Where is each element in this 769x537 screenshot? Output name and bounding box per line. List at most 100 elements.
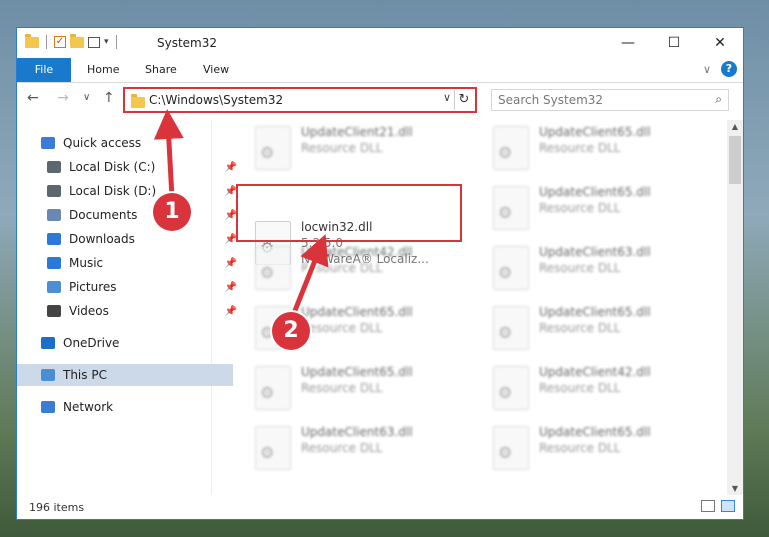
dll-file-icon [493,126,529,170]
dll-file-icon [255,366,291,410]
folder-icon [25,33,39,48]
sidebar-item[interactable]: Pictures 📌 [17,276,241,298]
address-dropdown-chevron-icon[interactable]: ∨ [443,91,451,104]
expand-ribbon-chevron-icon[interactable]: ∨ [703,63,711,76]
file-item[interactable]: UpdateClient65.dll Resource DLL [475,420,705,476]
new-folder-icon[interactable] [70,33,84,48]
dll-file-icon [493,426,529,470]
drive-icon [47,161,61,173]
search-icon[interactable]: ⌕ [715,92,722,107]
file-name: UpdateClient65.dll [539,305,651,319]
file-name: UpdateClient42.dll [301,245,413,259]
quick-access-toolbar: ✓ ▾ [25,33,120,49]
tiles-view-icon[interactable] [721,500,735,512]
documents-icon [47,209,61,221]
drive-icon [47,185,61,197]
sidebar-item-label: Local Disk (D:) [69,184,157,198]
sidebar-item[interactable]: Documents 📌 [17,204,241,226]
scroll-up-arrow-icon[interactable]: ▲ [727,122,743,131]
sidebar-item-label: Pictures [69,280,117,294]
cloud-icon [41,337,55,349]
file-type: Resource DLL [539,441,621,455]
forward-arrow-icon[interactable]: → [57,90,69,106]
file-type: Resource DLL [539,381,621,395]
sidebar-item-label: Downloads [69,232,135,246]
dll-file-icon [255,126,291,170]
sidebar-item-label: OneDrive [63,336,120,350]
file-name: UpdateClient21.dll [301,125,413,139]
toolbar-dropdown-icon[interactable]: ▾ [104,37,109,47]
address-path[interactable]: C:\Windows\System32 [149,93,283,107]
sidebar-item[interactable]: Network [17,396,235,418]
file-list: locwin32.dll 5.2.5.0 NetWareA® Localiz..… [221,120,727,495]
file-item[interactable]: UpdateClient21.dll Resource DLL [237,120,467,176]
address-row: ← → ∨ ↑ C:\Windows\System32 ∨ ↻ Search S… [17,83,743,117]
search-placeholder: Search System32 [498,93,604,107]
sidebar-item[interactable]: This PC [17,364,233,386]
step-2-badge: 2 [272,312,310,350]
sidebar-item-label: Videos [69,304,109,318]
sidebar-item[interactable]: Videos 📌 [17,300,241,322]
file-name: UpdateClient63.dll [539,245,651,259]
step-1-badge: 1 [153,193,191,231]
tab-file[interactable]: File [17,58,71,82]
dll-file-icon [493,246,529,290]
navigation-pane: Quick access Local Disk (C:) 📌 Local Disk (… [17,120,237,495]
back-arrow-icon[interactable]: ← [27,90,39,106]
sidebar-item[interactable]: Quick access [17,132,235,154]
sidebar-item-label: Local Disk (C:) [69,160,156,174]
sidebar-item-label: This PC [63,368,107,382]
close-button[interactable]: ✕ [697,28,743,58]
file-item[interactable]: UpdateClient42.dll Resource DLL [237,240,467,296]
tab-share[interactable]: Share [145,58,177,82]
maximize-button[interactable]: ☐ [651,28,697,58]
file-type: Resource DLL [539,261,621,275]
scroll-down-arrow-icon[interactable]: ▼ [727,484,743,493]
file-type: Resource DLL [301,141,383,155]
file-name: UpdateClient65.dll [539,125,651,139]
file-type: Resource DLL [301,441,383,455]
star-icon [41,137,55,149]
file-item[interactable]: UpdateClient65.dll Resource DLL [475,180,705,236]
minimize-button[interactable]: — [605,28,651,58]
recent-locations-chevron-icon[interactable]: ∨ [83,92,90,103]
vertical-scrollbar[interactable]: ▲ ▼ [727,120,743,495]
address-bar[interactable]: C:\Windows\System32 ∨ ↻ [123,87,477,113]
sidebar-item[interactable]: Music 📌 [17,252,241,274]
file-name: UpdateClient63.dll [301,425,413,439]
sidebar-item[interactable]: OneDrive [17,332,235,354]
help-icon[interactable]: ? [721,61,737,77]
file-name: UpdateClient65.dll [301,365,413,379]
tab-view[interactable]: View [203,58,229,82]
file-type: Resource DLL [301,261,383,275]
customize-toolbar-icon[interactable] [88,36,100,48]
sidebar-item[interactable]: Local Disk (C:) 📌 [17,156,241,178]
file-item[interactable]: UpdateClient63.dll Resource DLL [475,240,705,296]
file-name: UpdateClient65.dll [539,425,651,439]
download-icon [47,233,61,245]
scroll-thumb[interactable] [729,136,741,184]
up-arrow-icon[interactable]: ↑ [103,90,115,106]
sidebar-item[interactable]: Local Disk (D:) 📌 [17,180,241,202]
network-icon [41,401,55,413]
item-count: 196 items [29,501,85,514]
dll-file-icon [255,426,291,470]
computer-icon [41,369,55,381]
sidebar-item[interactable]: Downloads 📌 [17,228,241,250]
file-type: Resource DLL [539,201,621,215]
sidebar-item-label: Music [69,256,104,270]
dll-file-icon [493,186,529,230]
details-view-icon[interactable] [701,500,715,512]
search-box[interactable]: Search System32 ⌕ [491,89,729,111]
file-item[interactable]: UpdateClient63.dll Resource DLL [237,420,467,476]
refresh-icon[interactable]: ↻ [454,90,473,110]
file-item[interactable]: UpdateClient65.dll Resource DLL [475,300,705,356]
properties-check-icon[interactable]: ✓ [54,36,66,48]
file-item[interactable]: UpdateClient65.dll Resource DLL [237,360,467,416]
sidebar-item-label: Network [63,400,114,414]
title-bar: ✓ ▾ System32 — ☐ ✕ [17,28,743,58]
tab-home[interactable]: Home [87,58,119,82]
file-item[interactable]: UpdateClient42.dll Resource DLL [475,360,705,416]
dll-file-icon [493,306,529,350]
file-item[interactable]: UpdateClient65.dll Resource DLL [475,120,705,176]
